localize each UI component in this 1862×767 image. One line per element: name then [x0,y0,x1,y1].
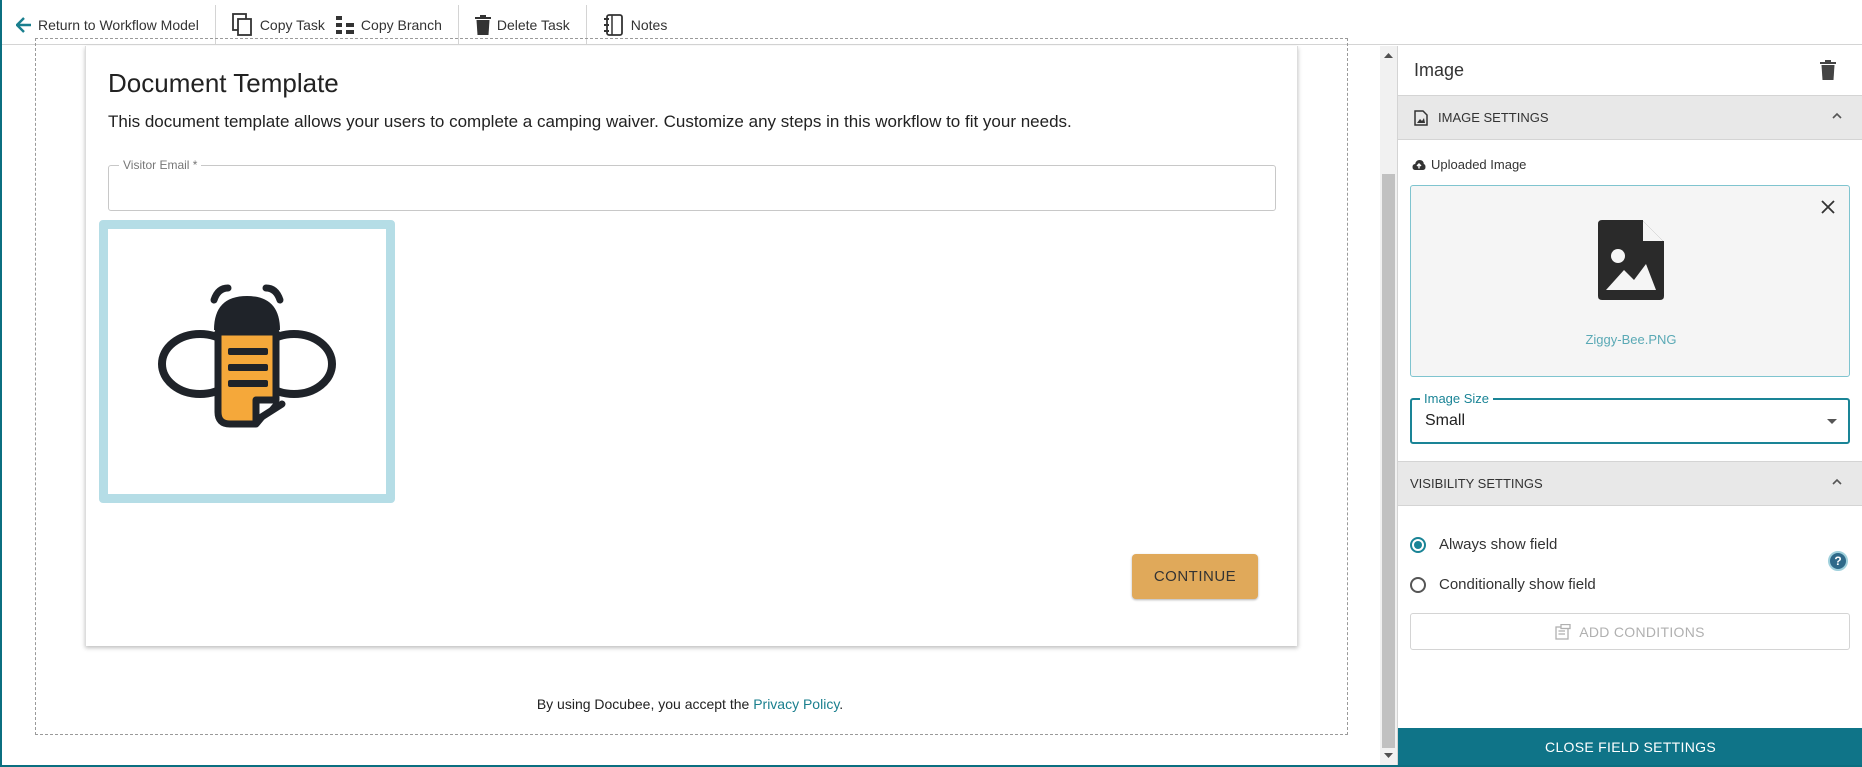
notes-button[interactable]: Notes [603,13,668,36]
image-size-label: Image Size [1420,391,1494,406]
close-icon[interactable] [1821,200,1835,214]
close-field-settings-button[interactable]: CLOSE FIELD SETTINGS [1398,728,1862,765]
trash-icon [474,14,491,35]
copy-branch-label: Copy Branch [360,16,442,33]
copy-task-button[interactable]: Copy Task [231,12,325,37]
uploaded-file-name: Ziggy-Bee.PNG [1585,332,1677,347]
image-field[interactable] [99,220,395,503]
arrow-left-icon [16,16,31,33]
scroll-thumb[interactable] [1382,174,1395,748]
add-conditions-button[interactable]: ADD CONDITIONS [1410,613,1850,650]
uploaded-image-label: Uploaded Image [1431,157,1527,172]
always-show-label: Always show field [1439,536,1558,553]
conditions-icon [1555,623,1571,640]
always-show-option[interactable]: Always show field [1410,536,1557,553]
image-settings-header[interactable]: IMAGE SETTINGS [1398,95,1862,140]
conditionally-show-label: Conditionally show field [1439,576,1596,593]
conditionally-show-option[interactable]: Conditionally show field [1410,576,1596,593]
field-settings-panel: Image IMAGE SETTINGS Uploaded Image Zigg… [1397,46,1862,765]
delete-task-label: Delete Task [496,16,570,33]
always-show-radio[interactable] [1410,536,1426,553]
privacy-policy-link[interactable]: Privacy Policy [753,696,839,712]
document-description: This document template allows your users… [108,112,1072,131]
visibility-settings-label: VISIBILITY SETTINGS [1410,476,1543,491]
visibility-settings-header[interactable]: VISIBILITY SETTINGS [1398,461,1862,506]
image-file-large-icon [1598,220,1664,300]
chevron-up-icon [1832,112,1842,119]
panel-title: Image [1414,59,1465,80]
cloud-upload-icon [1412,159,1426,170]
return-to-workflow-button[interactable]: Return to Workflow Model [16,17,199,33]
image-file-icon [1414,109,1428,126]
caret-down-icon [1827,419,1837,424]
uploaded-image-heading: Uploaded Image [1412,157,1526,172]
document-title: Document Template [108,68,339,98]
privacy-footer: By using Docubee, you accept the Privacy… [2,696,1378,712]
help-icon[interactable]: ? [1828,551,1848,571]
copy-branch-button[interactable]: Copy Branch [335,15,442,35]
branch-icon [335,15,354,34]
footer-suffix: . [839,696,844,712]
panel-header: Image [1398,46,1862,94]
footer-prefix: By using Docubee, you accept the [536,696,754,712]
uploaded-image-box[interactable]: Ziggy-Bee.PNG [1410,185,1850,377]
document-canvas: Document Template This document template… [2,38,1378,765]
scroll-down-arrow-icon[interactable] [1380,751,1397,761]
copy-task-label: Copy Task [259,16,325,33]
return-to-workflow-label: Return to Workflow Model [38,16,199,33]
bee-logo-image [158,284,336,427]
visitor-email-label: Visitor Email * [119,158,202,172]
continue-button[interactable]: CONTINUE [1132,554,1258,599]
scroll-up-arrow-icon[interactable] [1380,50,1397,60]
notebook-icon [603,13,623,36]
visitor-email-field[interactable]: Visitor Email * [108,158,1276,211]
conditionally-show-radio[interactable] [1410,576,1426,593]
chevron-up-icon [1832,478,1842,485]
image-settings-label: IMAGE SETTINGS [1438,110,1549,125]
image-size-value: Small [1425,412,1466,429]
delete-field-trash-icon[interactable] [1820,60,1836,80]
document-card: Document Template This document template… [85,46,1298,646]
image-size-select[interactable]: Image Size Small [1410,391,1850,444]
copy-icon [231,12,252,36]
delete-task-button[interactable]: Delete Task [474,14,570,35]
close-field-settings-label: CLOSE FIELD SETTINGS [1545,738,1716,755]
notes-label: Notes [630,16,668,33]
canvas-scrollbar[interactable] [1380,46,1397,765]
add-conditions-label: ADD CONDITIONS [1579,623,1705,640]
